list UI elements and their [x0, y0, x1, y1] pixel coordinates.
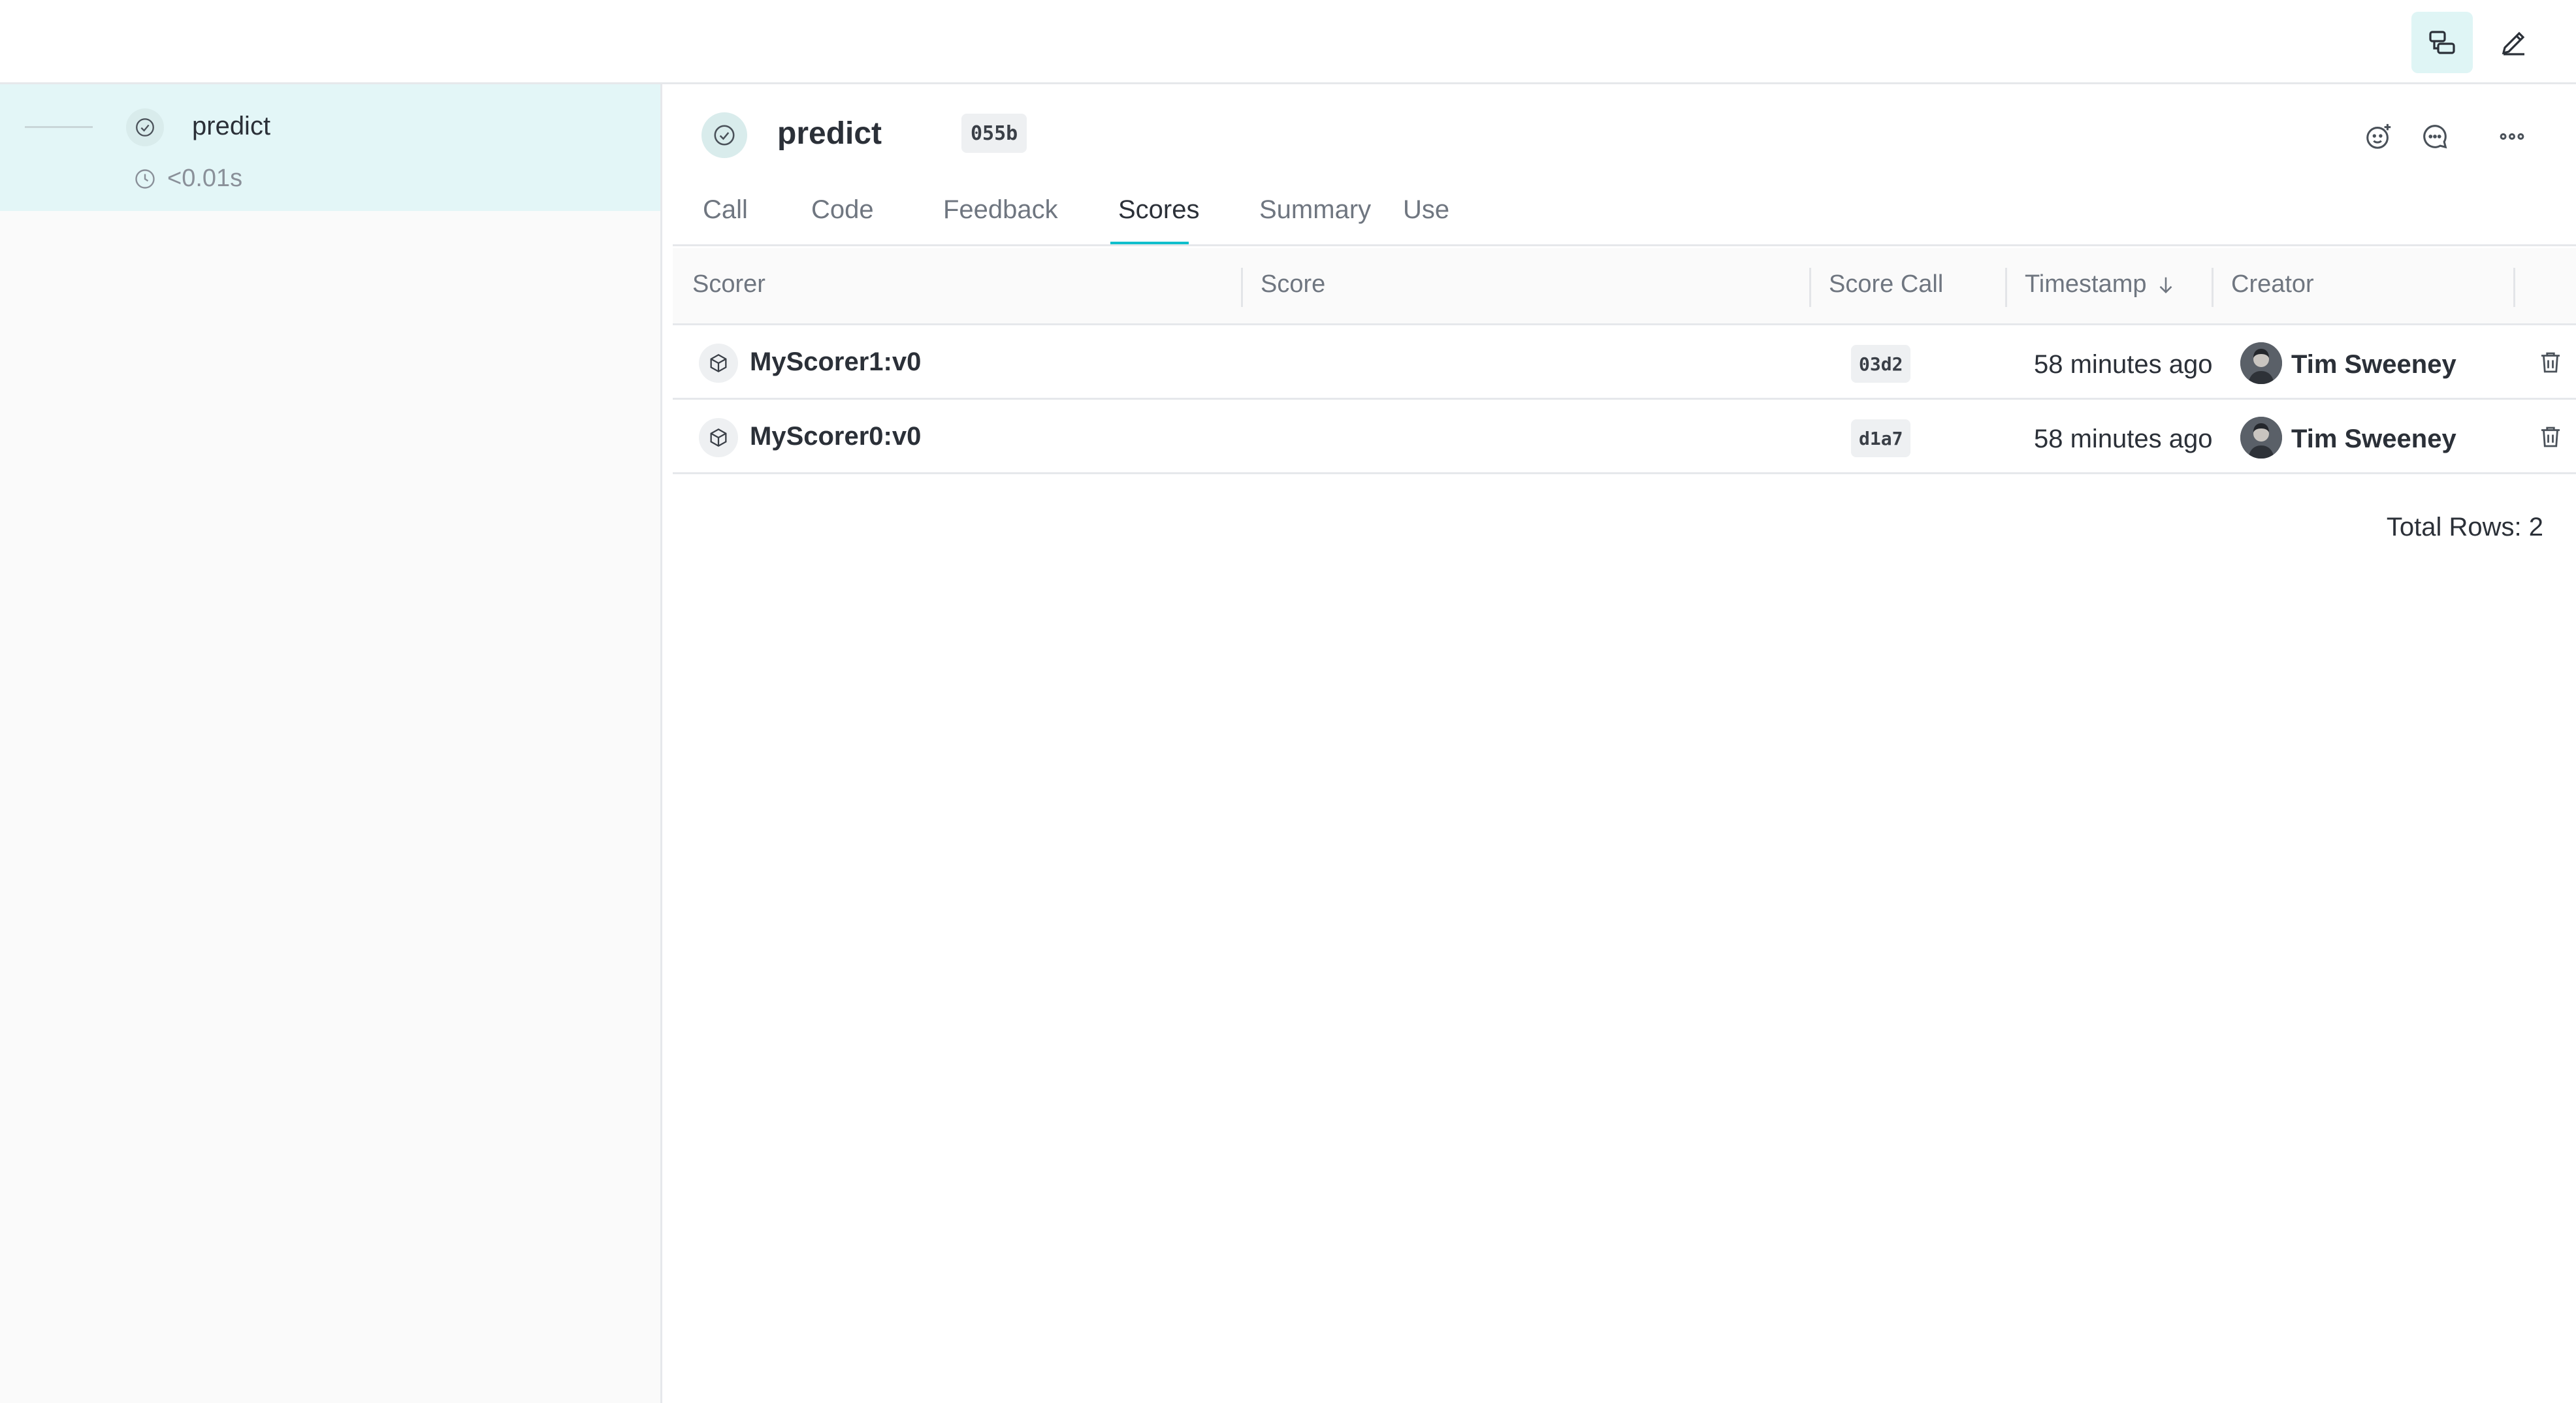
trash-icon: [2541, 427, 2560, 447]
pencil-icon: [2502, 31, 2525, 56]
tree-connector: [25, 126, 93, 128]
tab-call[interactable]: Call: [703, 195, 748, 225]
tree-item-duration: <0.01s: [133, 165, 242, 193]
tabs-divider: [673, 244, 2576, 246]
column-header-score-call[interactable]: Score Call: [1829, 270, 1943, 298]
tree-item-predict[interactable]: predict <0.01s: [0, 84, 660, 211]
tab-code[interactable]: Code: [811, 195, 874, 225]
avatar: [2240, 417, 2282, 459]
total-rows-text: Total Rows: 2: [2386, 513, 2543, 541]
creator-name: Tim Sweeney: [2291, 425, 2456, 453]
tree-view-icon: [2429, 31, 2455, 54]
call-id-chip[interactable]: 055b: [961, 114, 1027, 153]
scorer-link[interactable]: MyScorer0:v0: [750, 422, 921, 451]
tab-summary[interactable]: Summary: [1259, 195, 1371, 225]
column-header-creator[interactable]: Creator: [2231, 270, 2314, 298]
scorer-link[interactable]: MyScorer1:v0: [750, 347, 921, 377]
score-call-chip[interactable]: d1a7: [1851, 419, 1911, 457]
duration-text: <0.01s: [167, 165, 243, 192]
timestamp-text: 58 minutes ago: [2034, 425, 2213, 453]
column-header-score[interactable]: Score: [1261, 270, 1325, 298]
check-circle-icon: [126, 108, 164, 146]
column-header-timestamp[interactable]: Timestamp: [2025, 270, 2177, 298]
tab-use[interactable]: Use: [1403, 195, 1449, 225]
comment-icon: [2423, 125, 2447, 149]
column-resize-handle[interactable]: [1809, 268, 1811, 307]
tab-feedback[interactable]: Feedback: [943, 195, 1058, 225]
more-horizontal-icon: [2500, 133, 2524, 140]
call-detail-panel: predict 055b Call Code Feedback Scores S…: [662, 84, 2576, 1403]
delete-button[interactable]: [2534, 421, 2567, 453]
add-reaction-button[interactable]: [2359, 117, 2398, 156]
column-resize-handle[interactable]: [2212, 268, 2214, 307]
active-tab-indicator: [1110, 242, 1189, 244]
column-resize-handle[interactable]: [1241, 268, 1243, 307]
creator-name: Tim Sweeney: [2291, 350, 2456, 379]
tab-scores[interactable]: Scores: [1118, 195, 1200, 225]
avatar: [2240, 342, 2282, 384]
check-circle-icon: [701, 112, 747, 158]
add-reaction-icon: [2366, 123, 2391, 149]
cube-icon: [699, 418, 738, 457]
comment-button[interactable]: [2415, 117, 2455, 156]
score-call-chip[interactable]: 03d2: [1851, 345, 1911, 383]
table-row[interactable]: MyScorer1:v0 2 03d2 58 minutes ago Tim S…: [673, 325, 2576, 400]
more-options-button[interactable]: [2492, 117, 2532, 156]
edit-button[interactable]: [2483, 12, 2545, 73]
tree-view-button[interactable]: [2411, 12, 2473, 73]
page-title: predict: [777, 116, 882, 151]
column-header-timestamp-label: Timestamp: [2025, 270, 2147, 298]
delete-button[interactable]: [2534, 346, 2567, 379]
arrow-down-icon: [2159, 277, 2172, 293]
column-resize-handle[interactable]: [2005, 268, 2007, 307]
column-header-scorer[interactable]: Scorer: [692, 270, 765, 298]
column-resize-handle[interactable]: [2513, 268, 2515, 307]
scores-table-header: Scorer Score Score Call Timestamp Creato…: [673, 248, 2576, 325]
clock-icon: [135, 169, 155, 189]
top-bar: [0, 0, 2576, 84]
cube-icon: [699, 344, 738, 383]
trash-icon: [2541, 352, 2560, 373]
tree-item-label: predict: [192, 112, 271, 140]
table-row[interactable]: MyScorer0:v0 1 d1a7 58 minutes ago Tim S…: [673, 400, 2576, 474]
timestamp-text: 58 minutes ago: [2034, 350, 2213, 379]
call-tree-sidebar: predict <0.01s: [0, 84, 662, 1403]
